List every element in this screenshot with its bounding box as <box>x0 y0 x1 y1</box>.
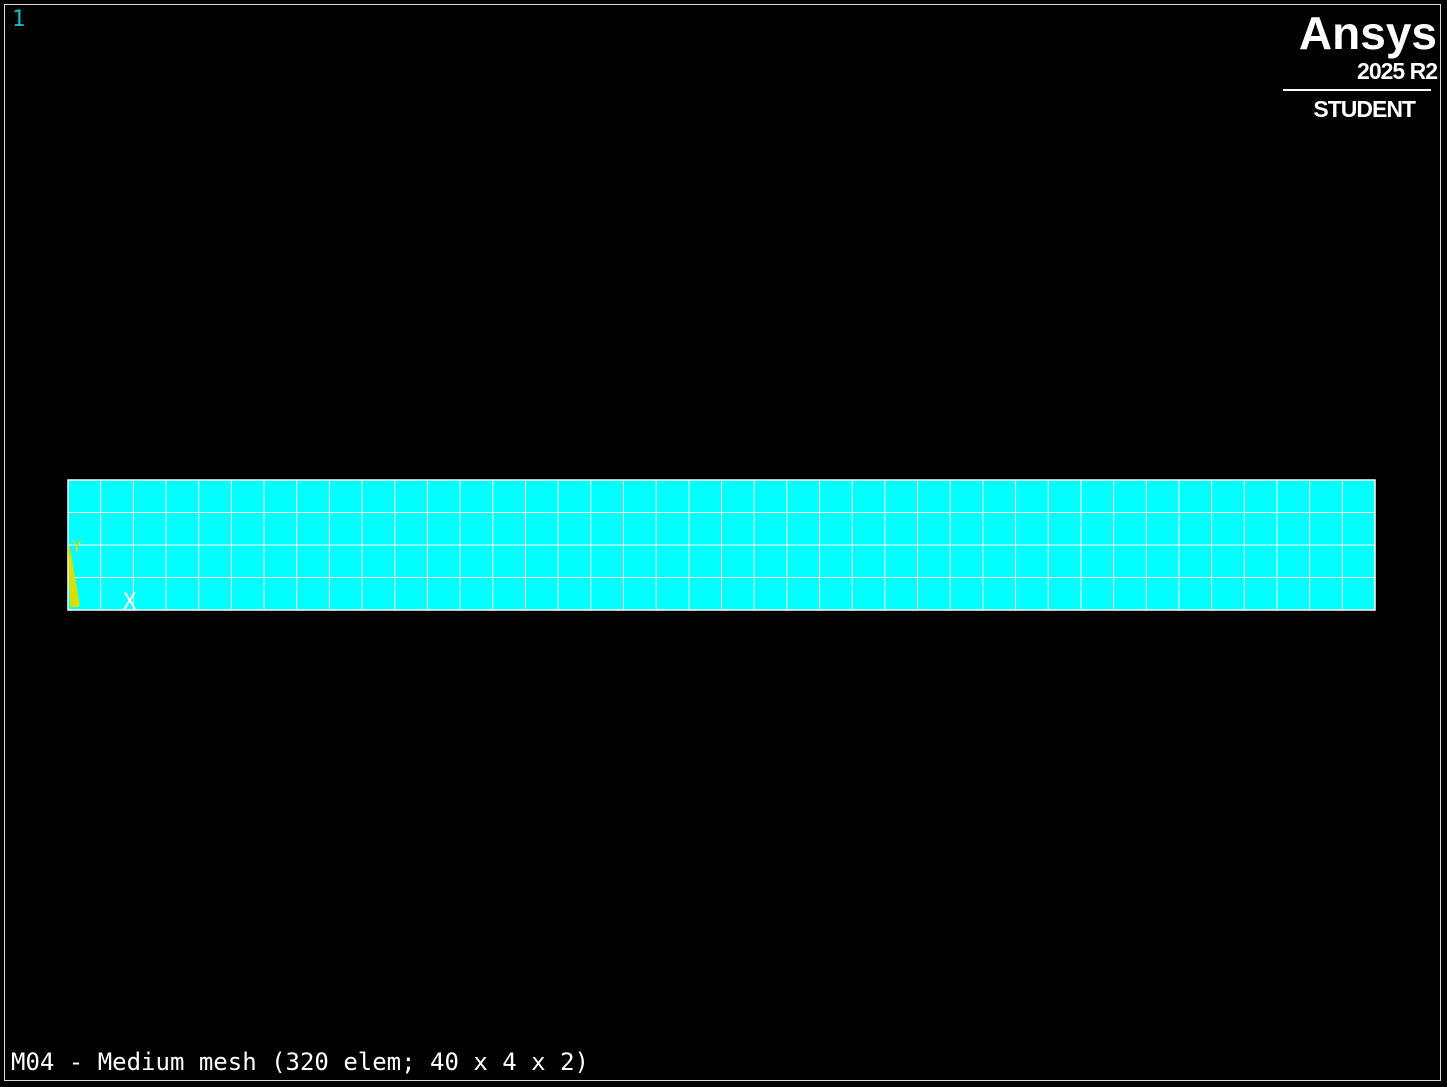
triad-x-label: X <box>123 590 137 615</box>
triad-y-label: Y <box>72 537 82 556</box>
triad-z-label: Z <box>69 592 79 611</box>
mesh-plot[interactable]: Y Z X <box>0 0 1447 1087</box>
graphics-window[interactable]: 1 Ansys 2025 R2 STUDENT Y Z X M04 - Medi… <box>0 0 1447 1087</box>
plot-title: M04 - Medium mesh (320 elem; 40 x 4 x 2) <box>11 1048 589 1076</box>
mesh-element-lines <box>68 480 1375 610</box>
